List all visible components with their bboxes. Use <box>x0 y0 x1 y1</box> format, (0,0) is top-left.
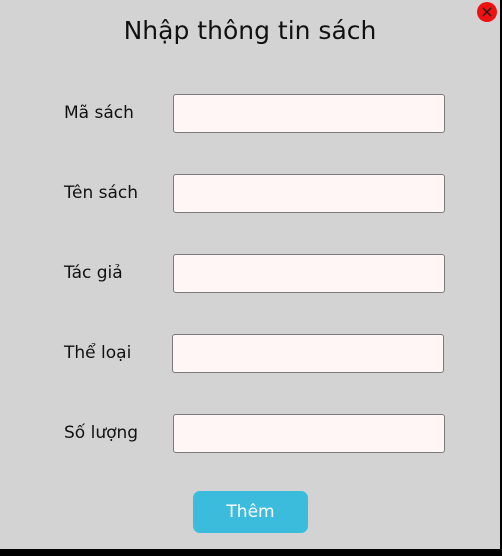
author-label: Tác giả <box>64 263 123 283</box>
close-button[interactable]: × <box>477 2 497 22</box>
book-id-input[interactable] <box>173 94 445 133</box>
book-name-label: Tên sách <box>64 183 139 203</box>
book-name-input[interactable] <box>173 174 445 213</box>
quantity-input[interactable] <box>173 414 445 453</box>
add-button[interactable]: Thêm <box>193 491 308 533</box>
category-label: Thể loại <box>64 343 132 363</box>
close-icon: × <box>480 2 494 21</box>
add-book-dialog: Nhập thông tin sách × Mã sách Tên sách T… <box>0 0 500 549</box>
book-id-label: Mã sách <box>64 103 134 123</box>
author-input[interactable] <box>173 254 445 293</box>
dialog-title: Nhập thông tin sách <box>123 16 377 45</box>
category-input[interactable] <box>172 334 444 373</box>
quantity-label: Số lượng <box>64 423 139 443</box>
